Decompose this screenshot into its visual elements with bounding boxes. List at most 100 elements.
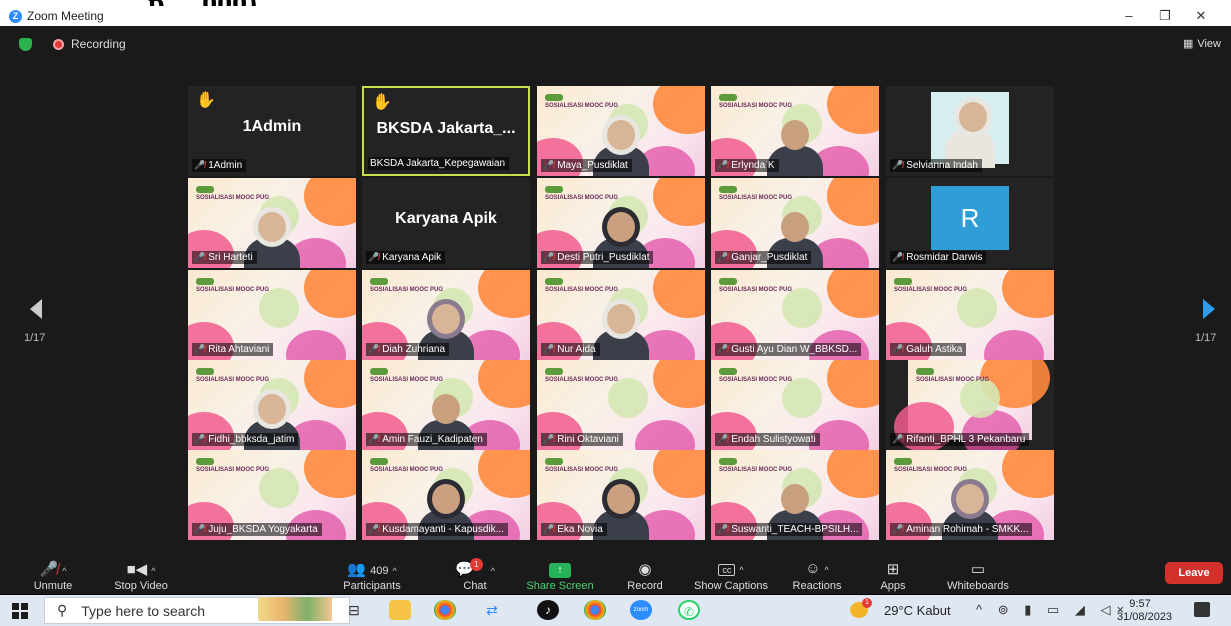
- participant-name-label: 🎤̸ Selvianna Indah: [890, 159, 982, 172]
- share-screen-icon: ↑: [549, 563, 571, 578]
- security-shield-icon[interactable]: [19, 37, 32, 51]
- windows-start-icon[interactable]: [12, 603, 28, 619]
- close-button[interactable]: ✕: [1186, 7, 1216, 25]
- chrome-icon[interactable]: [434, 600, 456, 620]
- participant-tile[interactable]: R 🎤̸ Rosmidar Darwis: [886, 178, 1054, 268]
- system-tray-icons[interactable]: ^ ⊚ ▮ ▭ ◢ ◁×: [976, 602, 1130, 618]
- slide-title: SOSIALISASI MOOC PUG: [719, 103, 793, 109]
- chrome-profile-icon[interactable]: [584, 600, 606, 620]
- file-explorer-icon[interactable]: [389, 600, 411, 620]
- muted-microphone-icon: 🎤̸: [892, 160, 904, 170]
- muted-microphone-icon: 🎤̸: [368, 344, 380, 354]
- slide-title: SOSIALISASI MOOC PUG: [545, 467, 619, 473]
- show-captions-button[interactable]: cc ^ Show Captions: [689, 560, 773, 592]
- participant-tile[interactable]: SOSIALISASI MOOC PUG 🎤̸ Kusdamayanti - Kap…: [362, 450, 530, 540]
- chevron-up-icon[interactable]: ^: [739, 565, 743, 575]
- zoom-settings-icon[interactable]: ⇄: [481, 600, 503, 620]
- stop-video-button[interactable]: ■◀ ^ Stop Video: [108, 560, 174, 592]
- previous-page-arrow-icon[interactable]: [28, 298, 44, 320]
- participant-tile[interactable]: SOSIALISASI MOOC PUG 🎤̸ Galuh Astika: [886, 270, 1054, 360]
- participants-button[interactable]: 👥 409 ^ Participants: [330, 560, 414, 592]
- chevron-up-icon[interactable]: ^: [62, 566, 66, 576]
- participant-tile[interactable]: SOSIALISASI MOOC PUG 🎤̸ Maya_Pusdiklat: [537, 86, 705, 176]
- minimize-button[interactable]: –: [1114, 7, 1144, 25]
- apps-button[interactable]: ⊞ Apps: [876, 560, 910, 592]
- chevron-up-icon[interactable]: ^: [392, 566, 396, 576]
- view-button[interactable]: ▦ View: [1183, 37, 1221, 51]
- chevron-up-icon[interactable]: ^: [825, 565, 829, 575]
- participants-count: 409: [370, 565, 389, 577]
- participant-tile[interactable]: SOSIALISASI MOOC PUG 🎤̸ Rita Ahtaviani: [188, 270, 356, 360]
- participant-tile[interactable]: SOSIALISASI MOOC PUG 🎤̸ Endah Sulistyowati: [711, 360, 879, 450]
- participant-name-label: 🎤̸ Rosmidar Darwis: [890, 251, 987, 264]
- participant-name: Erlynda K: [731, 160, 775, 171]
- participant-tile[interactable]: SOSIALISASI MOOC PUG 🎤̸ Juju_BKSDA Yogyaka…: [188, 450, 356, 540]
- notifications-icon[interactable]: [1194, 602, 1210, 617]
- video-camera-icon: ■◀: [126, 561, 148, 578]
- participant-tile[interactable]: SOSIALISASI MOOC PUG 🎤̸ Ganjar_Pusdiklat: [711, 178, 879, 268]
- whatsapp-icon[interactable]: ✆: [678, 600, 700, 620]
- participant-tile[interactable]: SOSIALISASI MOOC PUG 🎤̸ Gusti Ayu Dian W_B…: [711, 270, 879, 360]
- participant-name-label: 🎤̸ Desti Putri_Pusdiklat: [541, 251, 654, 264]
- taskbar-clock[interactable]: 9:57 31/08/2023: [1117, 598, 1172, 624]
- participant-tile[interactable]: SOSIALISASI MOOC PUG 🎤̸ Suswanti_TEACH-BPS…: [711, 450, 879, 540]
- zoom-app-icon[interactable]: zoom: [630, 600, 652, 620]
- slide-title: SOSIALISASI MOOC PUG: [545, 195, 619, 201]
- task-view-icon[interactable]: ⊟: [343, 600, 365, 620]
- weather-text[interactable]: 29°C Kabut: [884, 603, 951, 618]
- participant-tile[interactable]: SOSIALISASI MOOC PUG 🎤̸ Rini Oktaviani: [537, 360, 705, 450]
- whiteboards-button[interactable]: ▭ Whiteboards: [942, 560, 1014, 592]
- participant-name-label: 🎤̸ Ganjar_Pusdiklat: [715, 251, 812, 264]
- participant-tile[interactable]: SOSIALISASI MOOC PUG 🎤̸ Sri Harteti: [188, 178, 356, 268]
- participant-tile[interactable]: SOSIALISASI MOOC PUG 🎤̸ Erlynda K: [711, 86, 879, 176]
- participant-tile[interactable]: SOSIALISASI MOOC PUG 🎤̸ Nur Aida: [537, 270, 705, 360]
- participant-name: Aminan Rohimah - SMKK...: [906, 524, 1029, 535]
- participant-tile[interactable]: 🎤̸ Selvianna Indah: [886, 86, 1054, 176]
- muted-microphone-icon: 🎤̸: [194, 160, 206, 170]
- participant-tile[interactable]: SOSIALISASI MOOC PUG 🎤̸ Amin Fauzi_Kadipat…: [362, 360, 530, 450]
- participant-name: 1Admin: [208, 160, 243, 171]
- participant-tile[interactable]: ✋ BKSDA Jakarta_... BKSDA Jakarta_Kepegawa…: [362, 86, 530, 176]
- participant-name: Kusdamayanti - Kapusdik...: [382, 524, 504, 535]
- reactions-button[interactable]: ☺ ^ Reactions: [788, 560, 846, 592]
- slide-title: SOSIALISASI MOOC PUG: [196, 467, 270, 473]
- chat-button[interactable]: 💬1^ Chat: [455, 558, 495, 592]
- participant-tile[interactable]: Karyana Apik 🎤̸ Karyana Apik: [362, 178, 530, 268]
- participant-tile[interactable]: SOSIALISASI MOOC PUG 🎤̸ Eka Novia: [537, 450, 705, 540]
- participant-name-label: 🎤̸ Eka Novia: [541, 523, 607, 536]
- slide-title: SOSIALISASI MOOC PUG: [719, 195, 793, 201]
- record-button[interactable]: ◉ Record: [622, 560, 668, 592]
- participant-name: Rini Oktaviani: [557, 434, 619, 445]
- leave-button[interactable]: Leave: [1165, 562, 1223, 584]
- slide-title: SOSIALISASI MOOC PUG: [894, 467, 968, 473]
- share-screen-button[interactable]: ↑ Share Screen: [523, 560, 597, 592]
- slide-title: SOSIALISASI MOOC PUG: [370, 377, 444, 383]
- slide-title: SOSIALISASI MOOC PUG: [196, 377, 270, 383]
- participant-name: Rifanti_BPHL 3 Pekanbaru: [906, 434, 1026, 445]
- muted-microphone-icon: 🎤̸: [194, 434, 206, 444]
- participant-name-label: BKSDA Jakarta_Kepegawaian: [368, 157, 510, 170]
- unmute-button[interactable]: 🎤̸ ^ Unmute: [30, 560, 76, 592]
- participant-name-label: 🎤̸ Juju_BKSDA Yogyakarta: [192, 523, 322, 536]
- participant-tile[interactable]: SOSIALISASI MOOC PUG 🎤̸ Rifanti_BPHL 3 Pek…: [886, 360, 1054, 450]
- recording-label: Recording: [71, 37, 126, 51]
- participant-tile[interactable]: SOSIALISASI MOOC PUG 🎤̸ Aminan Rohimah - S…: [886, 450, 1054, 540]
- restore-button[interactable]: ❐: [1150, 7, 1180, 25]
- next-page-arrow-icon[interactable]: [1201, 298, 1217, 320]
- participant-tile[interactable]: SOSIALISASI MOOC PUG 🎤̸ Desti Putri_Pusdik…: [537, 178, 705, 268]
- participant-video: [593, 300, 649, 360]
- muted-microphone-icon: 🎤̸: [543, 344, 555, 354]
- muted-microphone-icon: 🎤̸: [892, 524, 904, 534]
- participant-tile[interactable]: SOSIALISASI MOOC PUG 🎤̸ Fidhi_bbksda_jatim: [188, 360, 356, 450]
- slide-title: SOSIALISASI MOOC PUG: [370, 467, 444, 473]
- chevron-up-icon[interactable]: ^: [151, 566, 155, 576]
- muted-microphone-icon: 🎤̸: [892, 252, 904, 262]
- chevron-up-icon[interactable]: ^: [491, 566, 495, 576]
- participant-tile[interactable]: SOSIALISASI MOOC PUG 🎤̸ Diah Zuhriana: [362, 270, 530, 360]
- meeting-area: Recording ▦ View 1/17 1/17 ✋ 1Admin 🎤̸ 1Adm…: [0, 26, 1231, 592]
- muted-microphone-icon: 🎤̸: [194, 344, 206, 354]
- captions-icon: cc: [718, 564, 736, 576]
- participant-tile[interactable]: ✋ 1Admin 🎤̸ 1Admin: [188, 86, 356, 176]
- tiktok-icon[interactable]: ♪: [537, 600, 559, 620]
- weather-badge: 1: [862, 598, 872, 608]
